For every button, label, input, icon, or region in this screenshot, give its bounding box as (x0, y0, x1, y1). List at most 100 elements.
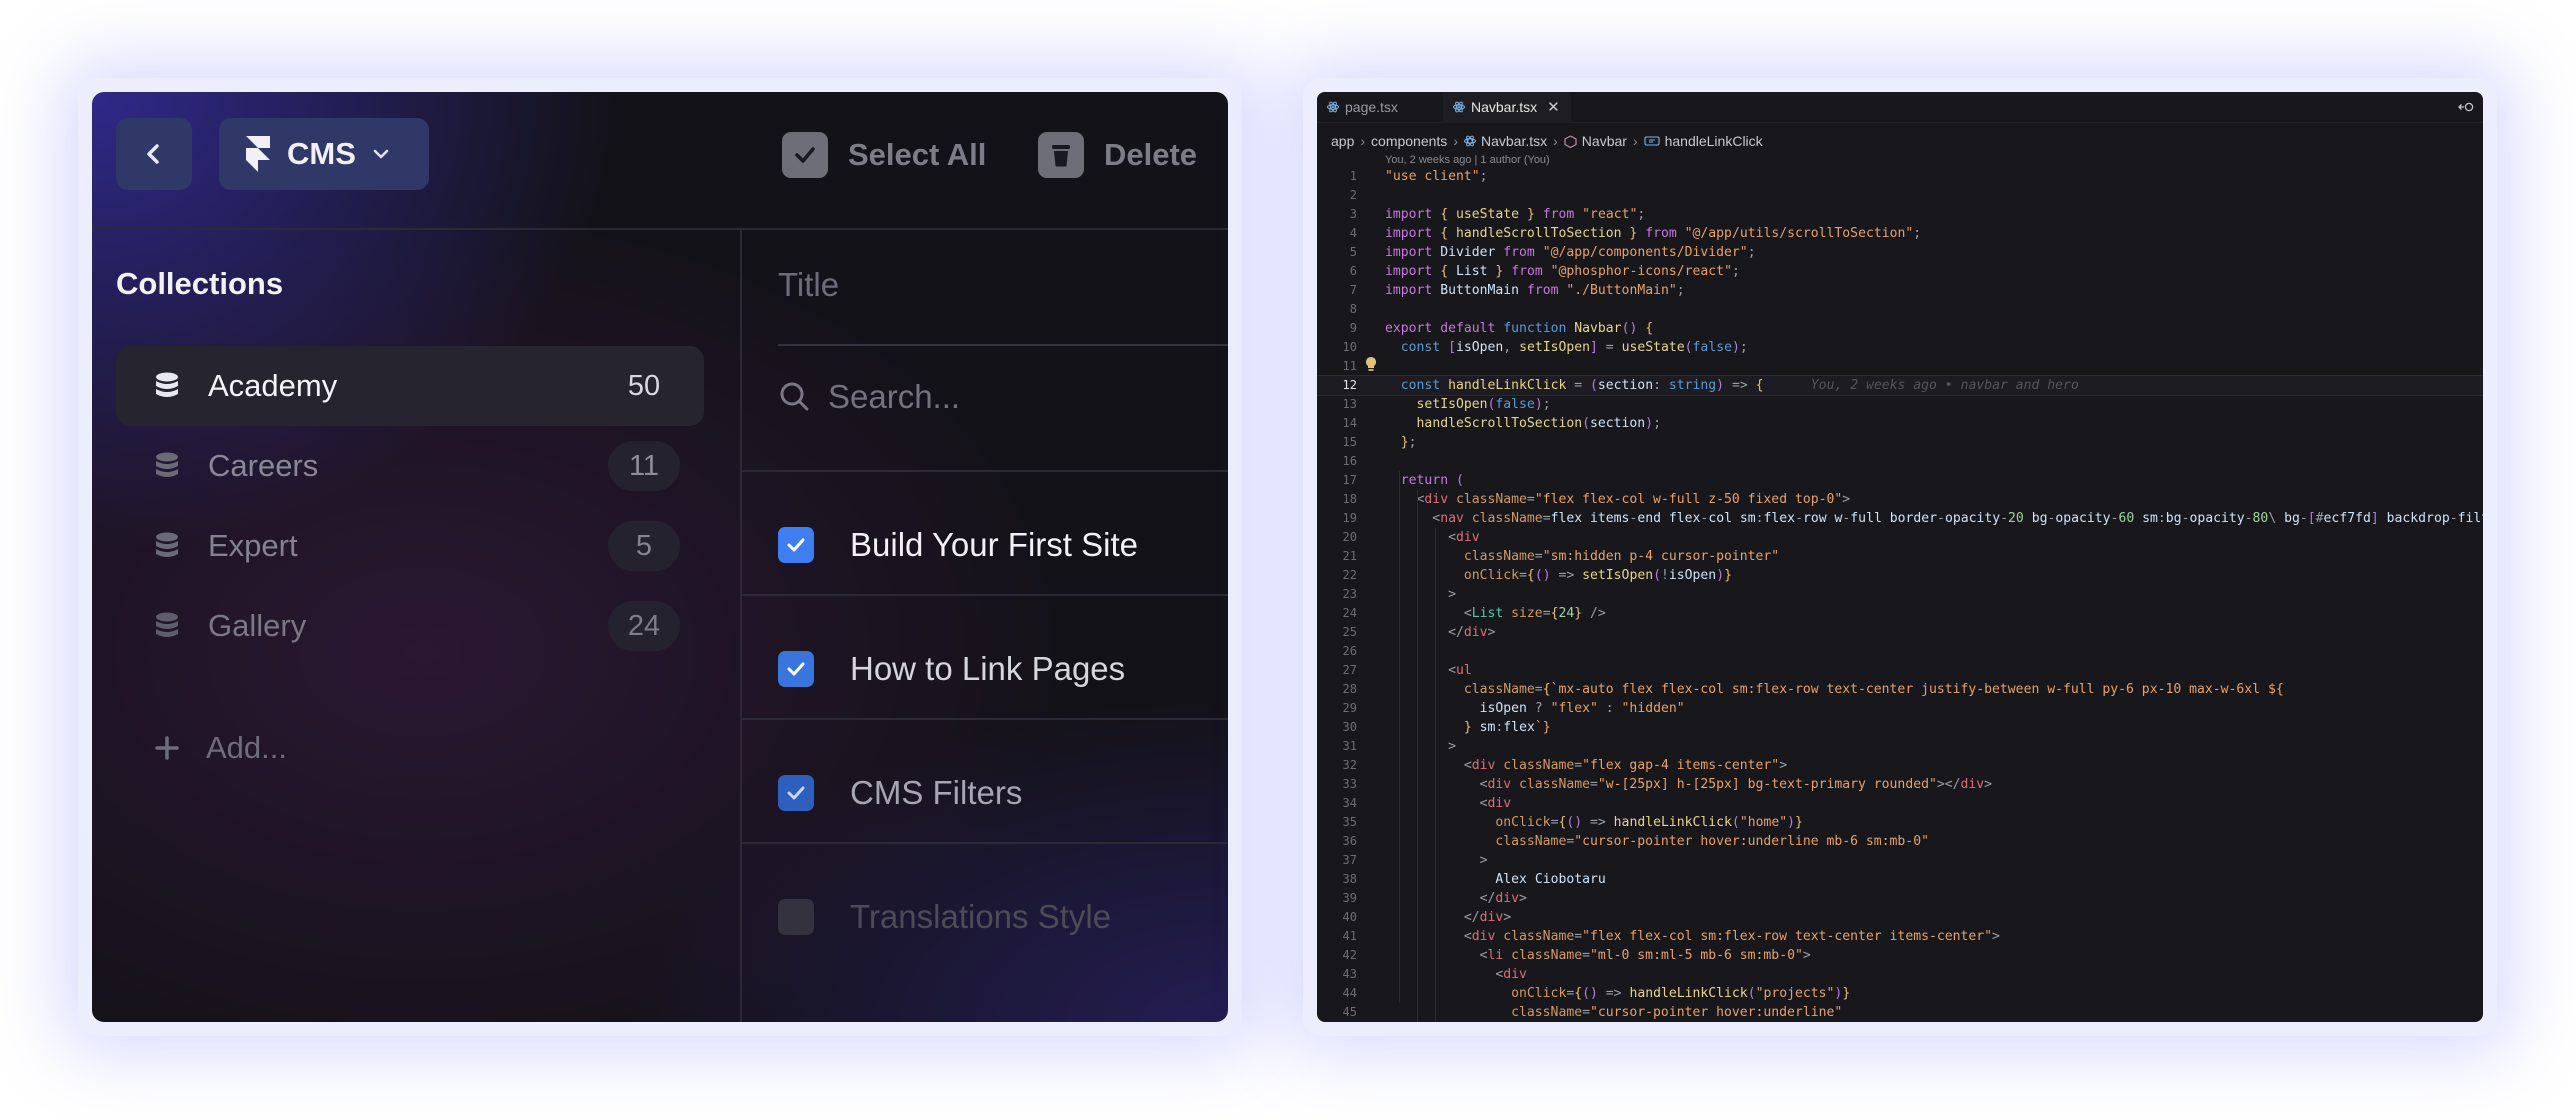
add-collection-button[interactable]: Add... (116, 718, 287, 778)
code-line[interactable]: 38 Alex Ciobotaru (1317, 870, 2483, 889)
tab-label: page.tsx (1345, 99, 1398, 115)
search-input[interactable]: Search... (778, 378, 960, 416)
line-number: 25 (1342, 625, 1357, 639)
breadcrumb-item[interactable]: components (1371, 133, 1447, 149)
divider (742, 842, 1228, 844)
code-line[interactable]: 25 </div> (1317, 623, 2483, 642)
entry-row[interactable]: How to Link Pages (778, 650, 1125, 688)
code-line[interactable]: 2 (1317, 186, 2483, 205)
code-line[interactable]: 44 onClick={() => handleLinkClick("proje… (1317, 984, 2483, 1003)
code-text: export default function Navbar() { (1385, 321, 1654, 336)
code-line[interactable]: 3 import { useState } from "react"; (1317, 205, 2483, 224)
code-line[interactable]: 20 <div (1317, 528, 2483, 547)
collection-item-expert[interactable]: Expert 5 (116, 506, 704, 586)
database-icon (156, 532, 178, 557)
code-line[interactable]: 12 const handleLinkClick = (section: str… (1317, 375, 2483, 396)
code-line[interactable]: 24 <List size={24} /> (1317, 604, 2483, 623)
code-line[interactable]: 14 handleScrollToSection(section); (1317, 414, 2483, 433)
code-text: > (1385, 739, 1456, 754)
code-line[interactable]: 40 </div> (1317, 908, 2483, 927)
code-line[interactable]: 30 } sm:flex`} (1317, 718, 2483, 737)
code-line[interactable]: 23 > (1317, 585, 2483, 604)
breadcrumb-item[interactable]: Navbar (1582, 133, 1627, 149)
entry-title: How to Link Pages (850, 650, 1126, 687)
back-button[interactable] (116, 118, 192, 190)
compare-changes-icon[interactable] (2457, 99, 2475, 115)
breadcrumb-item[interactable]: app (1331, 133, 1354, 149)
entry-row[interactable]: CMS Filters (778, 774, 1022, 812)
trash-icon (1038, 132, 1084, 178)
line-number: 14 (1342, 416, 1357, 430)
entry-row[interactable]: Build Your First Site (778, 526, 1138, 564)
code-line[interactable]: 10 const [isOpen, setIsOpen] = useState(… (1317, 338, 2483, 357)
divider (742, 470, 1228, 472)
code-line[interactable]: 33 <div className="w-[25px] h-[25px] bg-… (1317, 775, 2483, 794)
code-line[interactable]: 45 className="cursor-pointer hover:under… (1317, 1003, 2483, 1022)
delete-button[interactable]: Delete (1038, 132, 1197, 178)
checkbox-checked-icon[interactable] (778, 775, 814, 811)
tab-page-tsx[interactable]: page.tsx (1317, 92, 1443, 122)
symbol-variable-icon (1644, 136, 1660, 146)
code-line[interactable]: 1 "use client"; (1317, 167, 2483, 186)
code-line[interactable]: 31 > (1317, 737, 2483, 756)
entry-title: Build Your First Site (850, 526, 1138, 563)
codelens-blame[interactable]: You, 2 weeks ago | 1 author (You) (1385, 154, 1550, 166)
checkbox-unchecked-icon[interactable] (778, 899, 814, 935)
indent-guide (1435, 661, 1436, 1022)
code-line[interactable]: 41 <div className="flex flex-col sm:flex… (1317, 927, 2483, 946)
code-line[interactable]: 21 className="sm:hidden p-4 cursor-point… (1317, 547, 2483, 566)
code-line[interactable]: 35 onClick={() => handleLinkClick("home"… (1317, 813, 2483, 832)
code-line[interactable]: 7 import ButtonMain from "./ButtonMain"; (1317, 281, 2483, 300)
code-text: const [isOpen, setIsOpen] = useState(fal… (1400, 340, 1748, 355)
code-line[interactable]: 37 > (1317, 851, 2483, 870)
code-line[interactable]: 18 <div className="flex flex-col w-full … (1317, 490, 2483, 509)
code-line[interactable]: 36 className="cursor-pointer hover:under… (1317, 832, 2483, 851)
code-line[interactable]: 11 (1317, 357, 2483, 376)
code-area[interactable]: 1 "use client"; 2 3 import { useState } from… (1317, 167, 2483, 1022)
code-text: import { useState } from "react"; (1385, 207, 1646, 222)
code-line[interactable]: 5 import Divider from "@/app/components/D… (1317, 243, 2483, 262)
code-text: className={`mx-auto flex flex-col sm:fle… (1463, 682, 2284, 697)
breadcrumb-item[interactable]: handleLinkClick (1665, 133, 1763, 149)
line-number: 7 (1349, 283, 1357, 297)
react-file-icon (1453, 101, 1465, 113)
checkbox-checked-icon[interactable] (778, 527, 814, 563)
code-text: className="sm:hidden p-4 cursor-pointer" (1463, 549, 1780, 564)
chevron-right-icon: › (1453, 133, 1458, 149)
collection-item-careers[interactable]: Careers 11 (116, 426, 704, 506)
code-line[interactable]: 16 (1317, 452, 2483, 471)
code-line[interactable]: 19 <nav className=flex items-end flex-co… (1317, 509, 2483, 528)
entry-row[interactable]: Translations Style (778, 898, 1111, 936)
code-text: setIsOpen(false); (1416, 397, 1551, 412)
code-line[interactable]: 43 <div (1317, 965, 2483, 984)
code-line[interactable]: 22 onClick={() => setIsOpen(!isOpen)} (1317, 566, 2483, 585)
code-text: "use client"; (1385, 169, 1488, 184)
breadcrumb-item[interactable]: Navbar.tsx (1481, 133, 1547, 149)
close-tab-icon[interactable]: ✕ (1547, 98, 1560, 116)
lightbulb-icon[interactable] (1365, 356, 1377, 378)
collection-item-academy[interactable]: Academy 50 (116, 346, 704, 426)
line-number: 42 (1342, 948, 1357, 962)
cms-switcher[interactable]: CMS (219, 118, 429, 190)
code-line[interactable]: 9 export default function Navbar() { (1317, 319, 2483, 338)
collection-item-gallery[interactable]: Gallery 24 (116, 586, 704, 666)
code-line[interactable]: 39 </div> (1317, 889, 2483, 908)
line-number: 10 (1342, 340, 1357, 354)
checkbox-checked-icon[interactable] (778, 651, 814, 687)
code-line[interactable]: 6 import { List } from "@phosphor-icons/r… (1317, 262, 2483, 281)
code-line[interactable]: 26 (1317, 642, 2483, 661)
collections-title: Collections (116, 266, 284, 301)
code-line[interactable]: 15 }; (1317, 433, 2483, 452)
code-line[interactable]: 8 (1317, 300, 2483, 319)
code-line[interactable]: 13 setIsOpen(false); (1317, 395, 2483, 414)
code-line[interactable]: 29 isOpen ? "flex" : "hidden" (1317, 699, 2483, 718)
code-line[interactable]: 42 <li className="ml-0 sm:ml-5 mb-6 sm:m… (1317, 946, 2483, 965)
tab-navbar-tsx[interactable]: Navbar.tsx ✕ (1443, 92, 1571, 123)
code-line[interactable]: 32 <div className="flex gap-4 items-cent… (1317, 756, 2483, 775)
code-line[interactable]: 4 import { handleScrollToSection } from "… (1317, 224, 2483, 243)
code-line[interactable]: 34 <div (1317, 794, 2483, 813)
code-line[interactable]: 17 return ( (1317, 471, 2483, 490)
select-all-button[interactable]: Select All (782, 132, 986, 178)
code-line[interactable]: 28 className={`mx-auto flex flex-col sm:… (1317, 680, 2483, 699)
code-line[interactable]: 27 <ul (1317, 661, 2483, 680)
